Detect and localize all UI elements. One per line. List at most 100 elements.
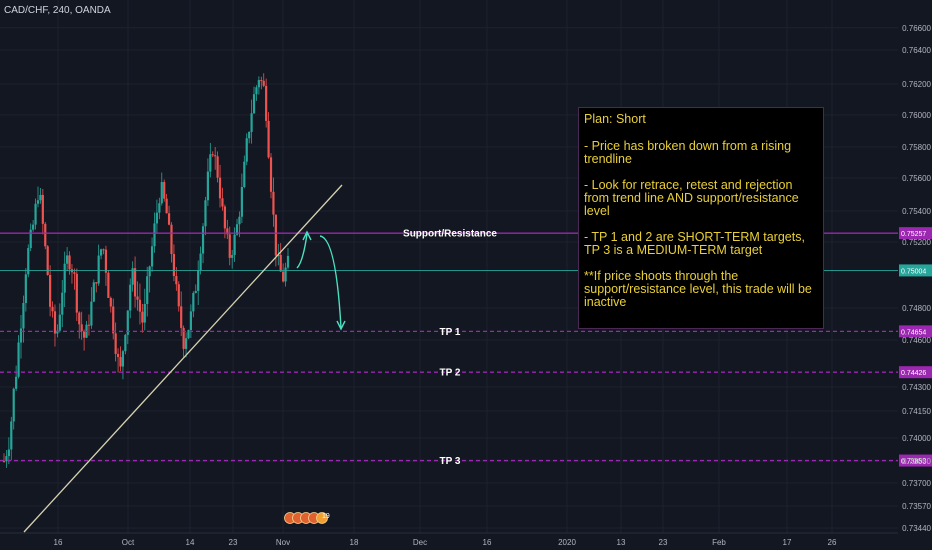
price-tick-label: 0.76200 <box>902 80 931 89</box>
current-price-text: 0.75004 <box>901 268 926 275</box>
candle <box>46 245 49 276</box>
drop-arrow <box>319 235 342 329</box>
price-axis[interactable]: 0.76600 0.76400 0.76200 0.76000 0.75800 0.756… <box>902 24 931 533</box>
price-tick-label: 0.76600 <box>902 24 931 33</box>
retrace-arrow <box>296 233 308 269</box>
candle <box>257 76 260 95</box>
candle <box>267 112 270 159</box>
candle <box>70 264 74 284</box>
candle <box>29 223 32 252</box>
time-tick-label: 2020 <box>558 538 576 547</box>
candle <box>44 221 47 250</box>
candle <box>80 311 83 340</box>
price-tick-label: 0.75800 <box>902 143 931 152</box>
price-tick-label: 0.75600 <box>902 174 931 183</box>
candle <box>32 220 35 232</box>
plan-line-retest: - Look for retrace, retest and rejection… <box>584 178 799 218</box>
candle <box>286 248 290 270</box>
candle <box>262 73 265 88</box>
candle <box>39 187 42 204</box>
candle <box>250 99 253 144</box>
candle <box>204 196 207 236</box>
candle <box>170 222 173 263</box>
candle <box>78 311 81 339</box>
candle <box>22 295 25 343</box>
candle <box>248 131 251 144</box>
candle <box>131 261 134 292</box>
candle <box>75 268 78 321</box>
candle <box>5 449 8 468</box>
candle <box>172 244 176 282</box>
candle <box>197 260 200 306</box>
candle <box>27 244 30 278</box>
candle <box>63 251 66 308</box>
plan-line-invalidation: **If price shoots through the support/re… <box>584 269 812 309</box>
level-price-text: 0.74426 <box>901 370 926 377</box>
candle <box>265 78 268 128</box>
candle <box>150 237 154 272</box>
candle <box>177 281 180 312</box>
candle <box>282 263 285 283</box>
candle <box>148 265 151 293</box>
candle <box>41 188 44 235</box>
candle <box>158 197 161 220</box>
time-tick-label: 13 <box>617 538 626 547</box>
time-tick-label: Feb <box>712 538 726 547</box>
candle <box>163 179 166 202</box>
level-label: TP 3 <box>440 456 461 467</box>
candle <box>19 314 23 359</box>
time-tick-label: Oct <box>122 538 135 547</box>
trade-plan-note[interactable]: Plan: Short - Price has broken down from… <box>578 107 824 329</box>
price-tick-label: 0.75400 <box>902 207 931 216</box>
price-tick-label: 0.73440 <box>902 524 931 533</box>
candle <box>167 205 171 226</box>
plan-line-targets: - TP 1 and 2 are SHORT-TERM targets, TP … <box>584 230 805 257</box>
time-axis[interactable]: 16 Oct 14 23 Nov 18 Dec 16 2020 13 23 Feb 17 26 <box>0 532 898 547</box>
candle <box>126 310 129 345</box>
candle <box>124 333 127 355</box>
price-tick-label: 0.76400 <box>902 46 931 55</box>
projection-arrows <box>296 230 346 331</box>
candle <box>155 199 159 234</box>
candle <box>102 248 105 255</box>
candle <box>73 268 76 290</box>
candle <box>51 301 54 318</box>
candle <box>107 270 110 298</box>
candle <box>206 158 209 206</box>
candle <box>192 291 195 318</box>
price-tick-label: 0.74300 <box>902 383 931 392</box>
candle <box>109 296 112 313</box>
candle <box>119 346 122 371</box>
candle <box>182 325 185 357</box>
time-tick-label: Nov <box>276 538 290 547</box>
candle <box>61 279 64 328</box>
price-tick-label: 0.73570 <box>902 502 931 511</box>
candle <box>201 223 205 264</box>
level-label: Support/Resistance <box>403 229 497 240</box>
symbol-title: CAD/CHF, 240, OANDA <box>4 5 111 16</box>
candle <box>2 453 6 463</box>
time-tick-label: 18 <box>350 538 359 547</box>
time-tick-label: 16 <box>483 538 492 547</box>
level-label: TP 2 <box>440 368 461 379</box>
price-tick-label: 0.75200 <box>902 238 931 247</box>
price-tick-label: 0.74150 <box>902 407 931 416</box>
candle <box>10 416 13 461</box>
candle <box>104 245 108 286</box>
rising-trendline[interactable] <box>23 184 343 533</box>
candle <box>243 155 246 189</box>
candle <box>226 219 229 239</box>
candle <box>136 281 139 311</box>
candle <box>24 268 27 312</box>
candle <box>97 244 100 286</box>
price-tick-label: 0.74000 <box>902 434 931 443</box>
candle <box>15 365 18 392</box>
price-tick-label: 0.73700 <box>902 479 931 488</box>
candle <box>221 187 224 211</box>
candle <box>211 151 214 158</box>
candle <box>209 142 212 178</box>
candle <box>269 153 273 199</box>
candle <box>228 226 231 266</box>
plan-line-trendline: - Price has broken down from a rising tr… <box>584 139 792 166</box>
time-tick-label: 16 <box>54 538 63 547</box>
